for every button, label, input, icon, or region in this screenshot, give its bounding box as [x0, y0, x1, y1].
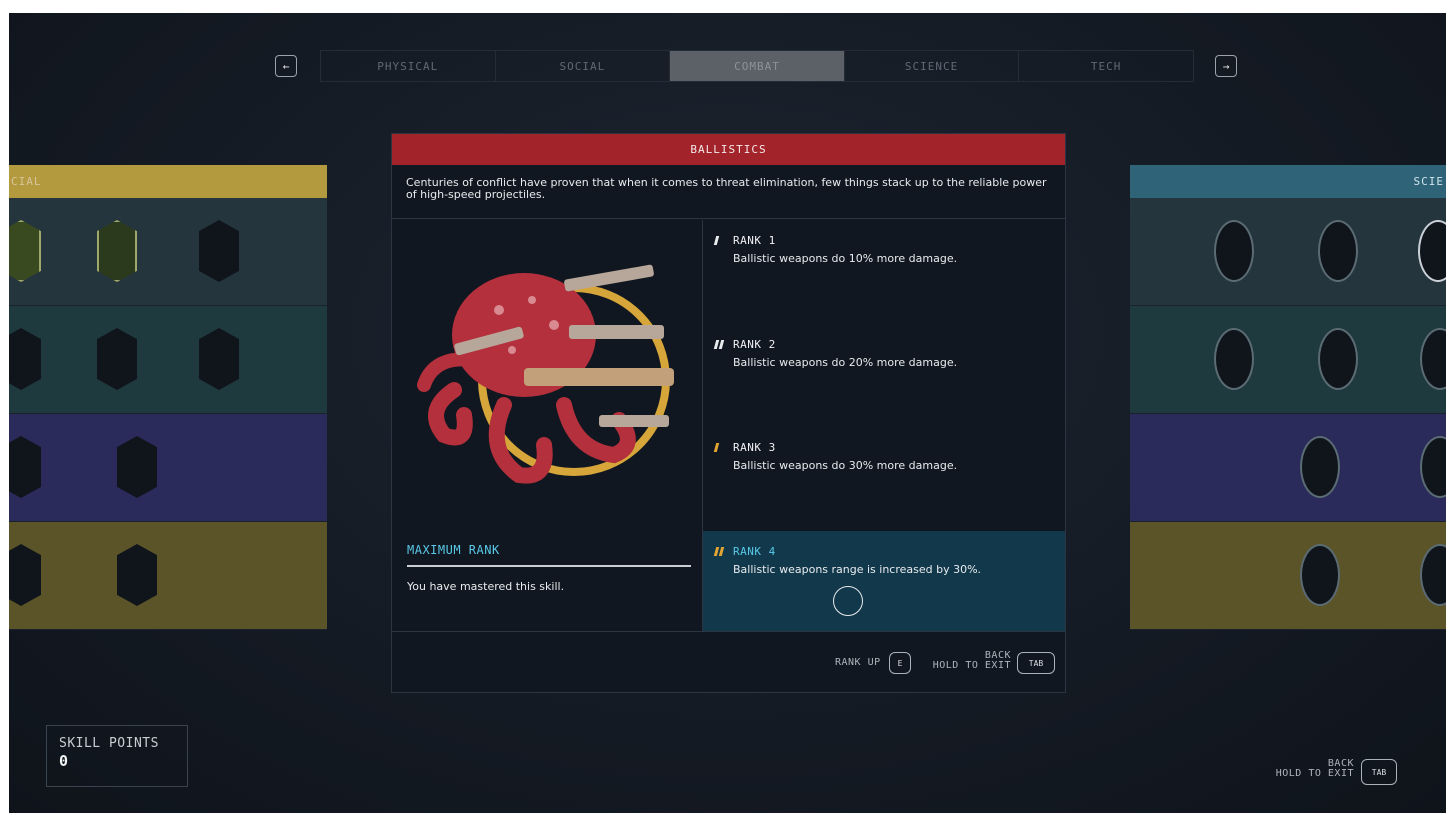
- category-tabs: PHYSICAL SOCIAL COMBAT SCIENCE TECH: [320, 50, 1194, 82]
- rank-bars-icon: [713, 547, 727, 556]
- rank-item-1[interactable]: RANK 1 Ballistic weapons do 10% more dam…: [703, 220, 1065, 324]
- rank-bars-icon: [713, 236, 727, 245]
- skill-icon[interactable]: [1318, 220, 1358, 282]
- skill-icon[interactable]: [1300, 436, 1340, 498]
- rank-up-label: RANK UP: [835, 657, 881, 668]
- skill-detail-modal: BALLISTICS Centuries of conflict have pr…: [391, 133, 1066, 693]
- maximum-rank-description: You have mastered this skill.: [407, 580, 565, 593]
- modal-footer: RANK UP E BACK HOLD TO EXIT TAB: [392, 631, 1065, 693]
- back-key-button[interactable]: TAB: [1017, 652, 1055, 674]
- bottom-back-hint: BACK HOLD TO EXIT: [1264, 759, 1354, 779]
- skill-points-value: 0: [59, 752, 69, 770]
- tab-physical[interactable]: PHYSICAL: [321, 51, 496, 81]
- bottom-back-key-button[interactable]: TAB: [1361, 759, 1397, 785]
- rank-up-key-button[interactable]: E: [889, 652, 911, 674]
- skill-points-label: SKILL POINTS: [59, 736, 159, 751]
- skill-row-1: [1130, 198, 1446, 306]
- skill-row-3: [9, 414, 327, 522]
- science-panel-header: SCIE: [1130, 165, 1446, 198]
- octopus-guns-emblem-icon: [417, 264, 674, 484]
- skill-icon[interactable]: [9, 436, 41, 498]
- skill-icon[interactable]: [1420, 328, 1446, 390]
- back-hint: BACK HOLD TO EXIT: [925, 651, 1011, 671]
- skill-icon[interactable]: [1420, 436, 1446, 498]
- tab-tech[interactable]: TECH: [1019, 51, 1193, 81]
- tab-social[interactable]: SOCIAL: [496, 51, 671, 81]
- skill-icon[interactable]: [117, 544, 157, 606]
- skill-icon[interactable]: [9, 328, 41, 390]
- hold-to-exit-label: HOLD TO EXIT: [932, 660, 1011, 671]
- skill-icon[interactable]: [97, 220, 137, 282]
- skill-icon[interactable]: [1214, 220, 1254, 282]
- skill-points-box: SKILL POINTS 0: [46, 725, 188, 787]
- rank-description: Ballistic weapons range is increased by …: [733, 563, 1053, 616]
- skill-icon[interactable]: [199, 328, 239, 390]
- rank-item-4[interactable]: RANK 4 Ballistic weapons range is increa…: [703, 531, 1065, 631]
- rank-title: RANK 2: [733, 338, 776, 351]
- cursor-icon: [833, 586, 863, 616]
- rank-title: RANK 1: [733, 234, 776, 247]
- tab-combat[interactable]: COMBAT: [670, 51, 845, 81]
- social-panel-header: CIAL: [9, 165, 327, 198]
- rank-description: Ballistic weapons do 10% more damage.: [733, 252, 958, 265]
- skill-title: BALLISTICS: [392, 134, 1065, 165]
- rank-title: RANK 3: [733, 441, 776, 454]
- prev-category-button[interactable]: ←: [275, 55, 297, 77]
- arrow-left-icon: ←: [282, 59, 290, 73]
- rank-bars-icon: [713, 443, 727, 452]
- skill-row-3: [1130, 414, 1446, 522]
- rank-description: Ballistic weapons do 20% more damage.: [733, 356, 958, 369]
- skill-icon[interactable]: [9, 220, 41, 282]
- skill-icon[interactable]: [1214, 328, 1254, 390]
- skill-icon[interactable]: [1300, 544, 1340, 606]
- skill-row-2: [9, 306, 327, 414]
- maximum-rank-heading: MAXIMUM RANK: [407, 543, 500, 557]
- skill-icon[interactable]: [199, 220, 239, 282]
- maximum-rank-divider: [407, 565, 691, 567]
- skill-row-1: [9, 198, 327, 306]
- skill-row-4: [9, 522, 327, 630]
- skill-icon[interactable]: [1318, 328, 1358, 390]
- next-category-button[interactable]: →: [1215, 55, 1237, 77]
- rank-bars-icon: [713, 340, 727, 349]
- skills-screen: ← PHYSICAL SOCIAL COMBAT SCIENCE TECH → …: [9, 13, 1446, 813]
- hold-to-exit-label: HOLD TO EXIT: [1275, 768, 1354, 779]
- rank-description: Ballistic weapons do 30% more damage.: [733, 459, 958, 472]
- rank-item-3[interactable]: RANK 3 Ballistic weapons do 30% more dam…: [703, 427, 1065, 531]
- modal-body: MAXIMUM RANK You have mastered this skil…: [392, 220, 1065, 631]
- skill-icon[interactable]: [1420, 544, 1446, 606]
- arrow-right-icon: →: [1222, 59, 1230, 73]
- skill-row-4: [1130, 522, 1446, 630]
- social-skill-panel: CIAL: [9, 165, 327, 631]
- skill-icon[interactable]: [9, 544, 41, 606]
- rank-title: RANK 4: [733, 545, 776, 558]
- skill-emblem-column: MAXIMUM RANK You have mastered this skil…: [392, 220, 703, 631]
- rank-item-2[interactable]: RANK 2 Ballistic weapons do 20% more dam…: [703, 324, 1065, 428]
- skill-icon[interactable]: [1418, 220, 1446, 282]
- skill-icon[interactable]: [97, 328, 137, 390]
- science-skill-panel: SCIE: [1130, 165, 1446, 631]
- tab-science[interactable]: SCIENCE: [845, 51, 1020, 81]
- skill-row-2: [1130, 306, 1446, 414]
- skill-icon[interactable]: [117, 436, 157, 498]
- skill-description: Centuries of conflict have proven that w…: [392, 165, 1065, 219]
- rank-list: RANK 1 Ballistic weapons do 10% more dam…: [703, 220, 1065, 631]
